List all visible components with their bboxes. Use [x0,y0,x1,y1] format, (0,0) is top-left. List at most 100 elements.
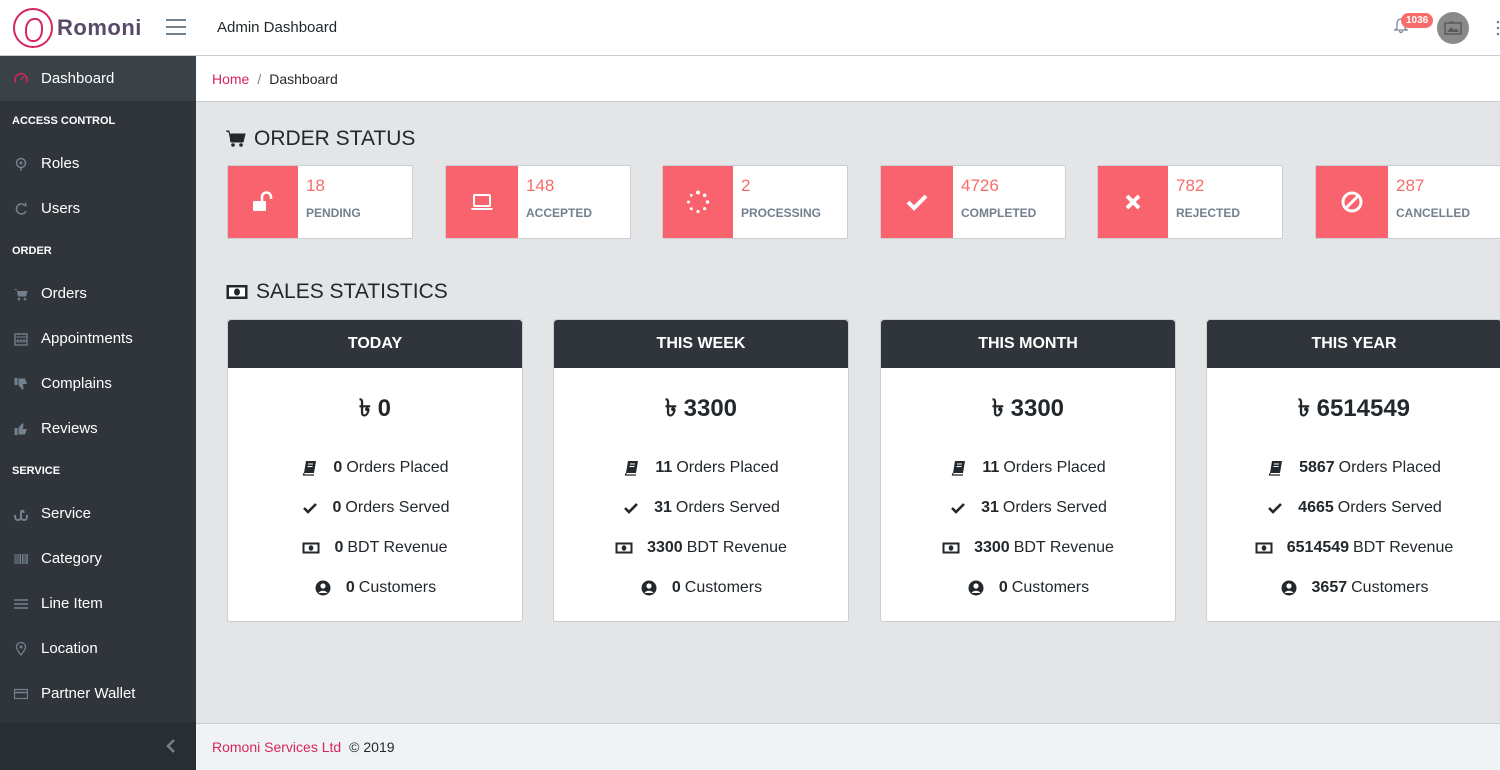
status-icon-box [228,166,298,238]
money-small-icon [942,541,960,555]
sales-row-label: Orders Placed [1003,459,1106,476]
status-card-rejected[interactable]: 782 REJECTED [1097,165,1283,239]
refresh-icon [14,201,28,216]
sales-card-this-week: THIS WEEK ৳ 3300 11 Orders Placed 31 Orders S… [553,319,849,622]
sales-total: ৳ 3300 [554,390,848,430]
user-circle-icon [640,580,658,596]
sales-row-customers: 3657 Customers [1207,568,1500,608]
breadcrumb-separator: / [257,70,262,87]
nav-section-title: ACCESS CONTROL [12,115,116,127]
user-circle-icon [1280,580,1298,596]
cart-icon [226,130,246,147]
more-options-icon[interactable] [1492,19,1500,37]
sidebar-item-dashboard[interactable]: Dashboard [0,56,196,101]
sales-total: ৳ 3300 [881,390,1175,430]
sales-row-label: Customers [1351,579,1429,596]
sidebar-item-orders[interactable]: Orders [0,271,196,316]
footer-copyright: © 2019 [349,739,395,755]
sidebar-item-partner-wallet[interactable]: Partner Wallet [0,671,196,716]
status-icon-box [881,166,953,238]
image-placeholder-icon [1444,21,1462,35]
sales-card-header: THIS MONTH [881,320,1175,368]
sales-row-value: 3300 [974,539,1010,556]
sidebar-item-label: Service [41,505,92,522]
sales-row-value: 0 [998,579,1008,596]
sidebar-item-label: Line Item [41,595,103,612]
chevron-left-icon [166,739,175,753]
status-card-pending[interactable]: 18 PENDING [227,165,413,239]
status-card-cancelled[interactable]: 287 CANCELLED [1315,165,1500,239]
sales-statistics-heading: SALES STATISTICS [226,280,448,304]
sales-row-value: 5867 [1299,459,1335,476]
footer-company-link[interactable]: Romoni Services Ltd [212,739,341,755]
sidebar-item-line-item[interactable]: Line Item [0,581,196,626]
app-footer: Romoni Services Ltd © 2019 [196,723,1500,770]
sidebar: Dashboard ACCESS CONTROL Roles Users ORDER Or… [0,56,196,770]
sidebar-item-category[interactable]: Category [0,536,196,581]
breadcrumb: Home / Dashboard [196,56,1500,102]
status-count: 782 [1176,176,1205,195]
sales-row-label: Customers [684,579,763,596]
sales-row-customers: 0 Customers [881,568,1175,608]
status-card-completed[interactable]: 4726 COMPLETED [880,165,1066,239]
sidebar-item-users[interactable]: Users [0,186,196,231]
sales-card-today: TODAY ৳ 0 0 Orders Placed 0 Orders Served 0 BDT… [227,319,523,622]
sidebar-item-appointments[interactable]: Appointments [0,316,196,361]
book-icon [301,460,319,476]
book-icon [950,460,968,476]
status-label: PROCESSING [741,206,822,220]
sales-row-label: BDT Revenue [347,539,448,556]
sales-row-label: Orders Served [345,499,450,516]
times-icon [1120,189,1146,215]
check-small-icon [622,500,640,516]
breadcrumb-home-link[interactable]: Home [212,71,249,87]
sidebar-item-label: Roles [41,155,80,172]
sidebar-item-complains[interactable]: Complains [0,361,196,406]
sales-card-header: TODAY [228,320,522,368]
sidebar-minimizer[interactable] [0,722,196,770]
status-info: 782 REJECTED [1168,166,1240,238]
status-count: 148 [526,176,555,195]
sales-row-label: Orders Placed [346,459,449,476]
sales-row-label: Orders Placed [1338,459,1441,476]
status-info: 148 ACCEPTED [518,166,592,238]
page-header-title: Admin Dashboard [217,19,338,36]
sales-row-value: 4665 [1298,499,1334,516]
brand-name: Romoni [57,15,142,40]
book-icon [623,460,641,476]
sidebar-item-reviews[interactable]: Reviews [0,406,196,451]
money-icon [226,285,248,299]
sales-row-revenue: 0 BDT Revenue [228,528,522,568]
status-card-accepted[interactable]: 148 ACCEPTED [445,165,631,239]
sales-row-value: 0 [671,579,681,596]
status-label: COMPLETED [961,206,1037,220]
status-card-processing[interactable]: 2 PROCESSING [662,165,848,239]
sales-statistics-title: SALES STATISTICS [256,280,448,303]
sidebar-item-location[interactable]: Location [0,626,196,671]
order-status-title: ORDER STATUS [254,127,416,150]
sales-row-value: 11 [655,459,673,476]
avatar[interactable] [1437,12,1469,44]
unlock-icon [250,189,276,215]
speedometer-icon [14,72,28,86]
sales-total: ৳ 6514549 [1207,390,1500,430]
sales-row-label: Orders Served [1337,499,1442,516]
sidebar-item-roles[interactable]: Roles [0,141,196,186]
sales-total-value: 0 [377,395,391,422]
sidebar-item-label: Location [41,640,98,657]
status-count: 18 [306,176,325,195]
sales-row-customers: 0 Customers [554,568,848,608]
sales-row-label: BDT Revenue [686,539,787,556]
status-count: 287 [1396,176,1425,195]
hamburger-menu-icon[interactable] [166,19,186,35]
breadcrumb-current: Dashboard [269,70,338,87]
map-pin-icon [14,157,28,171]
sales-row-label: Customers [1011,579,1090,596]
list-icon [14,597,28,611]
barcode-icon [14,552,28,566]
sales-row-orders-served: 0 Orders Served [228,488,522,528]
status-info: 287 CANCELLED [1388,166,1470,238]
brand-logo[interactable]: Romoni [13,8,142,48]
sales-row-customers: 0 Customers [228,568,522,608]
sidebar-item-service[interactable]: Service [0,491,196,536]
